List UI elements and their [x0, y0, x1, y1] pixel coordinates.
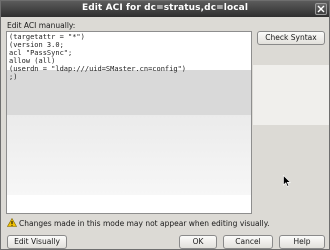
check-syntax-button[interactable]: Check Syntax: [257, 31, 325, 45]
aci-line: (targetattr = "*"): [9, 33, 85, 41]
mouse-pointer-icon: [283, 174, 292, 189]
edit-aci-dialog: Edit ACI for dc=stratus,dc=local Edit AC…: [0, 0, 330, 250]
edit-aci-label: Edit ACI manually:: [7, 21, 76, 30]
editor-shade-band: [7, 115, 251, 195]
edit-visually-button[interactable]: Edit Visually: [7, 235, 67, 249]
aci-line: acl "PassSync";: [9, 49, 73, 57]
warning-message: Changes made in this mode may not appear…: [19, 219, 270, 228]
close-button[interactable]: [315, 3, 327, 15]
window-title: Edit ACI for dc=stratus,dc=local: [81, 3, 249, 13]
ok-button[interactable]: OK: [179, 235, 217, 249]
aci-text-editor[interactable]: (targetattr = "*") (version 3.0; acl "Pa…: [6, 31, 252, 214]
title-bar[interactable]: Edit ACI for dc=stratus,dc=local: [1, 1, 329, 17]
warning-icon: [6, 217, 18, 229]
aci-line: allow (all): [9, 57, 56, 65]
editor-selection-band: [7, 70, 251, 115]
aci-line: (version 3.0;: [9, 41, 64, 49]
aci-line: ;): [9, 73, 18, 81]
aci-line: (userdn = "ldap:///uid=SMaster.cn=config…: [9, 65, 187, 73]
cancel-button[interactable]: Cancel: [223, 235, 273, 249]
help-button[interactable]: Help: [279, 235, 325, 249]
side-panel-shade: [253, 65, 329, 125]
